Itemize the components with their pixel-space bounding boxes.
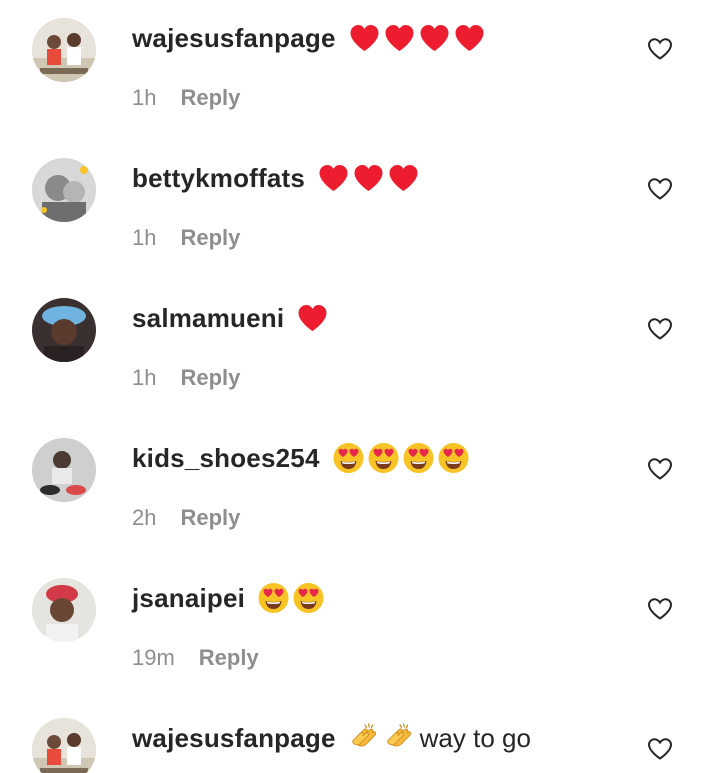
comment-line: wajesusfanpage way to go xyxy=(132,718,531,758)
comment-item: salmamueni 1h Reply xyxy=(0,280,720,420)
comment-item: jsanaipei 19m Reply xyxy=(0,560,720,700)
avatar[interactable] xyxy=(32,438,96,502)
heart-eyes-emoji xyxy=(438,443,469,473)
comment-item: wajesusfanpage way to go xyxy=(0,700,720,773)
comment-body xyxy=(348,23,488,53)
heart-eyes-emoji xyxy=(258,583,289,613)
heart-eyes-emoji xyxy=(293,583,324,613)
comment-username[interactable]: jsanaipei xyxy=(132,583,245,614)
reply-button[interactable]: Reply xyxy=(180,85,240,111)
comment-line: salmamueni xyxy=(132,298,331,338)
comment-item: wajesusfanpage 1h Reply xyxy=(0,0,720,140)
clapping-hands-emoji xyxy=(386,723,411,747)
heart-eyes-emoji xyxy=(368,443,399,473)
comment-line: wajesusfanpage xyxy=(132,18,488,58)
clapping-hands-emoji xyxy=(351,723,376,747)
comment-meta: 1h Reply xyxy=(132,223,240,253)
comment-username[interactable]: bettykmoffats xyxy=(132,163,305,194)
comment-timestamp: 2h xyxy=(132,505,157,530)
heart-outline-icon[interactable] xyxy=(647,597,673,621)
comment-username[interactable]: wajesusfanpage xyxy=(132,23,336,54)
comment-username[interactable]: salmamueni xyxy=(132,303,284,334)
comment-username[interactable]: kids_shoes254 xyxy=(132,443,320,474)
avatar[interactable] xyxy=(32,158,96,222)
comment-username[interactable]: wajesusfanpage xyxy=(132,723,336,754)
heart-outline-icon[interactable] xyxy=(647,317,673,341)
comment-line: jsanaipei xyxy=(132,578,327,618)
red-heart-emoji xyxy=(319,165,348,191)
heart-outline-icon[interactable] xyxy=(647,177,673,201)
comment-timestamp: 19m xyxy=(132,645,175,670)
comment-timestamp: 1h xyxy=(132,85,157,110)
red-heart-emoji xyxy=(389,165,418,191)
heart-outline-icon[interactable] xyxy=(647,737,673,761)
comment-timestamp: 1h xyxy=(132,225,157,250)
comment-body xyxy=(257,582,327,614)
red-heart-emoji xyxy=(385,25,414,51)
comment-meta: 1h Reply xyxy=(132,363,240,393)
heart-outline-icon[interactable] xyxy=(647,457,673,481)
red-heart-emoji xyxy=(354,165,383,191)
red-heart-emoji xyxy=(350,25,379,51)
comment-body xyxy=(317,163,422,193)
comment-item: kids_shoes254 2h Reply xyxy=(0,420,720,560)
heart-eyes-emoji xyxy=(403,443,434,473)
comment-meta: 1h Reply xyxy=(132,83,240,113)
comment-meta: 19m Reply xyxy=(132,643,259,673)
heart-eyes-emoji xyxy=(333,443,364,473)
comment-body xyxy=(332,442,472,474)
avatar[interactable] xyxy=(32,578,96,642)
comment-line: bettykmoffats xyxy=(132,158,422,198)
avatar[interactable] xyxy=(32,718,96,773)
reply-button[interactable]: Reply xyxy=(180,365,240,391)
comment-body xyxy=(296,303,331,333)
comment-meta: 2h Reply xyxy=(132,503,240,533)
red-heart-emoji xyxy=(420,25,449,51)
comment-timestamp: 1h xyxy=(132,365,157,390)
red-heart-emoji xyxy=(298,305,327,331)
reply-button[interactable]: Reply xyxy=(180,505,240,531)
avatar[interactable] xyxy=(32,298,96,362)
comment-line: kids_shoes254 xyxy=(132,438,472,478)
comment-item: bettykmoffats 1h Reply xyxy=(0,140,720,280)
red-heart-emoji xyxy=(455,25,484,51)
heart-outline-icon[interactable] xyxy=(647,37,673,61)
comment-body: way to go xyxy=(348,722,531,754)
avatar[interactable] xyxy=(32,18,96,82)
comment-text: way to go xyxy=(419,722,531,753)
reply-button[interactable]: Reply xyxy=(199,645,259,671)
reply-button[interactable]: Reply xyxy=(180,225,240,251)
